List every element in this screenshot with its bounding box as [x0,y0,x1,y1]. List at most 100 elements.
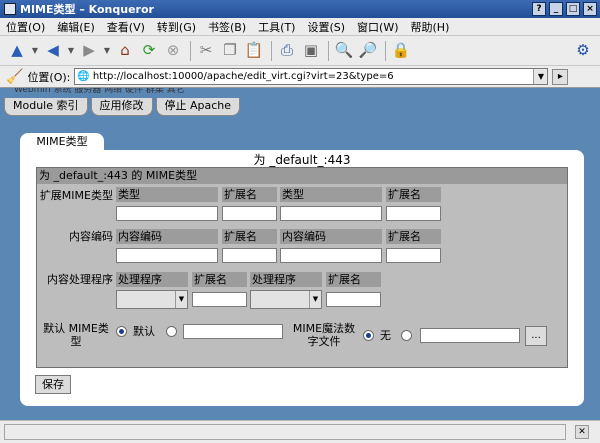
tab-apply-changes[interactable]: 应用修改 [90,98,153,116]
form-title: 为 _default_:443 的 MIME类型 [37,168,567,184]
col-header-ext: 扩展名 [326,272,381,287]
chevron-down-icon: ▼ [175,291,187,308]
magic-file-option-label: 无 [380,329,391,342]
menu-view[interactable]: 查看(V) [101,19,151,35]
encoding-ext-input[interactable] [386,248,441,263]
maximize-window-button[interactable]: □ [566,2,580,16]
location-bar: 🧹 位置(O): 🌐 http://localhost:10000/apache… [0,66,600,88]
handler-select[interactable]: ▼ [250,290,322,309]
col-header-handler: 处理程序 [116,272,188,287]
menu-window[interactable]: 窗口(W) [351,19,404,35]
col-header-ext: 扩展名 [222,229,277,244]
col-header-ext: 扩展名 [386,229,441,244]
copy-icon[interactable]: ❐ [219,40,241,62]
new-window-icon[interactable]: ▣ [300,40,322,62]
toolbar-separator [385,40,386,61]
col-header-ext: 扩展名 [386,187,441,202]
go-button[interactable]: ▸ [552,68,569,85]
forward-arrow-icon[interactable]: ▶ [78,40,100,62]
url-text[interactable]: http://localhost:10000/apache/edit_virt.… [93,71,534,82]
toolbar-separator [190,40,191,61]
forward-dropdown-icon[interactable]: ▼ [102,40,112,62]
back-arrow-icon[interactable]: ◀ [42,40,64,62]
mime-ext-input[interactable] [386,206,441,221]
status-text [4,424,566,440]
window-title: MIME类型 – Konqueror [20,3,154,16]
konqueror-icon [4,3,16,15]
col-header-type: 类型 [280,187,382,202]
encoding-ext-input[interactable] [222,248,277,263]
print-icon[interactable]: ⎙ [276,40,298,62]
magic-file-radio-none[interactable] [363,330,374,341]
title-bar: MIME类型 – Konqueror ? _ □ × [0,0,600,18]
tab-stop-apache[interactable]: 停止 Apache [155,98,241,116]
zoom-in-icon[interactable]: 🔍 [333,40,355,62]
mime-type-input[interactable] [116,206,218,221]
mime-type-input[interactable] [280,206,382,221]
mime-ext-input[interactable] [222,206,277,221]
encoding-input[interactable] [280,248,382,263]
col-header-encoding: 内容编码 [116,229,218,244]
clear-location-icon[interactable]: 🧹 [6,69,23,85]
location-label: 位置(O): [27,70,71,84]
menu-help[interactable]: 帮助(H) [405,19,456,35]
help-window-button[interactable]: ? [532,2,546,16]
reload-icon[interactable]: ⟳ [138,40,160,62]
menu-go[interactable]: 转到(G) [151,19,202,35]
magic-file-radio-custom[interactable] [401,330,412,341]
chevron-down-icon: ▼ [309,291,321,308]
home-icon[interactable]: ⌂ [114,40,136,62]
col-header-ext: 扩展名 [222,187,277,202]
webmin-category-strip[interactable]: Webmin 系统 服务器 网络 硬件 群集 其它 [14,88,254,94]
cut-icon[interactable]: ✂ [195,40,217,62]
toolbar-separator [271,40,272,61]
magic-file-input[interactable] [420,328,520,343]
close-window-button[interactable]: × [583,2,597,16]
default-mime-radio-custom[interactable] [166,326,177,337]
stop-icon[interactable]: ⊗ [162,40,184,62]
mime-panel: 为 _default_:443 为 _default_:443 的 MIME类型… [20,150,584,406]
up-dropdown-icon[interactable]: ▼ [30,40,40,62]
tab-module-index[interactable]: Module 索引 [4,98,88,116]
save-button[interactable]: 保存 [35,375,71,394]
up-arrow-icon[interactable]: ▲ [6,40,28,62]
default-mime-label: 默认 MIME类型 [43,322,109,348]
col-header-type: 类型 [116,187,218,202]
handler-label: 内容处理程序 [47,273,113,286]
status-bar: ✕ [0,420,600,443]
mime-form-box: 为 _default_:443 的 MIME类型 扩展MIME类型 类型 扩展名… [36,167,568,368]
minimize-window-button[interactable]: _ [549,2,563,16]
ext-mime-label: 扩展MIME类型 [39,189,113,202]
handler-ext-input[interactable] [192,292,247,307]
settings-icon[interactable]: ⚙ [572,40,594,62]
paste-icon[interactable]: 📋 [243,40,265,62]
main-toolbar: ▲ ▼ ◀ ▼ ▶ ▼ ⌂ ⟳ ⊗ ✂ ❐ 📋 ⎙ ▣ 🔍 🔎 🔒 ⚙ [0,36,600,66]
menu-location[interactable]: 位置(O) [0,19,51,35]
menu-tools[interactable]: 工具(T) [252,19,301,35]
menu-settings[interactable]: 设置(S) [301,19,351,35]
mime-types-tab[interactable]: MIME类型 [20,133,104,151]
default-mime-option-label: 默认 [133,325,155,338]
back-dropdown-icon[interactable]: ▼ [66,40,76,62]
module-nav-tabs: Module 索引 应用修改 停止 Apache [4,98,243,116]
browse-file-button[interactable]: ... [525,326,547,346]
close-view-icon[interactable]: ✕ [575,425,589,439]
page-heading: 为 _default_:443 [253,153,351,167]
menu-bookmarks[interactable]: 书签(B) [202,19,252,35]
default-mime-input[interactable] [183,324,283,339]
encoding-input[interactable] [116,248,218,263]
lock-icon[interactable]: 🔒 [390,40,412,62]
url-history-dropdown-icon[interactable]: ▼ [533,69,548,84]
page-favicon-icon: 🌐 [77,71,90,82]
menu-edit[interactable]: 编辑(E) [51,19,101,35]
magic-file-label: MIME魔法数字文件 [292,322,356,348]
col-header-encoding: 内容编码 [280,229,382,244]
handler-select[interactable]: ▼ [116,290,188,309]
url-field[interactable]: 🌐 http://localhost:10000/apache/edit_vir… [74,68,549,85]
default-mime-radio-default[interactable] [116,326,127,337]
handler-ext-input[interactable] [326,292,381,307]
page-content: Webmin 系统 服务器 网络 硬件 群集 其它 Module 索引 应用修改… [0,88,600,420]
zoom-out-icon[interactable]: 🔎 [357,40,379,62]
toolbar-separator [328,40,329,61]
col-header-ext: 扩展名 [192,272,247,287]
